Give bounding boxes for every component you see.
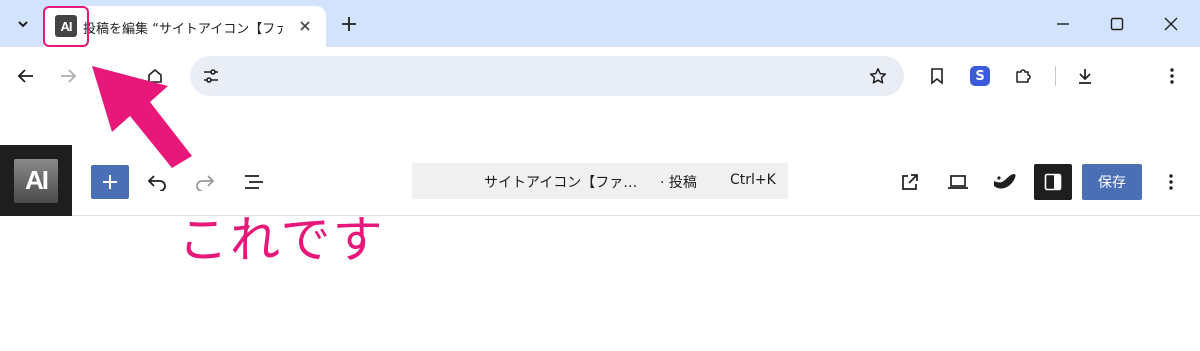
plus-icon (342, 17, 356, 31)
annotation-arrow (92, 66, 192, 168)
minimize-icon (1057, 23, 1069, 25)
sidebar-icon (1044, 173, 1062, 191)
undo-icon (147, 175, 166, 191)
redo-icon (196, 175, 215, 191)
close-icon (300, 21, 310, 31)
address-bar[interactable] (190, 56, 904, 96)
new-tab-button[interactable] (336, 11, 362, 37)
shortcut-hint: Ctrl+K (730, 172, 776, 188)
tune-icon (204, 69, 218, 83)
download-icon (1079, 69, 1091, 84)
command-palette-bar[interactable]: サイトアイコン【ファ… · 投稿 Ctrl+K (412, 163, 788, 199)
extensions-button[interactable] (1007, 60, 1039, 92)
kebab-menu-icon (1169, 174, 1173, 190)
close-icon (1164, 17, 1178, 31)
leaf-plugin-icon (994, 174, 1016, 189)
chevron-down-icon (18, 21, 28, 28)
forward-button[interactable] (53, 61, 83, 91)
site-icon-text: AI (25, 165, 49, 195)
bookmark-icon (931, 68, 943, 85)
kebab-menu-icon (1170, 68, 1174, 84)
tab-title: 投稿を編集 “サイトアイコン【ファビコ (83, 22, 283, 37)
editor-options-button[interactable] (1154, 165, 1188, 199)
star-icon (869, 68, 887, 84)
chrome-menu-button[interactable] (1156, 60, 1188, 92)
plugin-button[interactable] (988, 165, 1022, 199)
document-overview-button[interactable] (237, 165, 271, 199)
block-inserter-button[interactable] (91, 165, 129, 199)
site-icon-image: AI (14, 158, 58, 203)
tab-search-button[interactable] (10, 11, 36, 37)
post-type: · 投稿 (660, 175, 697, 191)
back-button[interactable] (11, 61, 41, 91)
toolbar-divider (1055, 66, 1056, 86)
minimize-button[interactable] (1049, 10, 1077, 38)
tab-strip: AI 投稿を編集 “サイトアイコン【ファビコ (0, 0, 1200, 47)
laptop-icon (948, 175, 968, 189)
close-window-button[interactable] (1157, 10, 1185, 38)
plus-icon (103, 175, 117, 189)
bookmark-star-button[interactable] (865, 63, 891, 89)
arrow-left-icon (17, 69, 33, 83)
downloads-button[interactable] (1069, 60, 1101, 92)
url-input[interactable] (230, 62, 850, 90)
reading-list-button[interactable] (921, 60, 953, 92)
list-view-icon (245, 175, 263, 189)
save-button[interactable]: 保存 (1082, 164, 1142, 200)
site-icon-logo[interactable]: AI (0, 145, 72, 216)
redo-button[interactable] (188, 165, 222, 199)
undo-button[interactable] (140, 165, 174, 199)
settings-sidebar-toggle[interactable] (1034, 164, 1072, 200)
tab-close-button[interactable] (294, 15, 316, 37)
post-title: サイトアイコン【ファ… (484, 175, 638, 191)
maximize-button[interactable] (1103, 10, 1131, 38)
extension-s-button[interactable]: S (964, 60, 996, 92)
annotation-text: これです (178, 211, 385, 269)
site-info-button[interactable] (198, 63, 224, 89)
arrow-right-icon (61, 69, 77, 83)
s-extension-icon: S (970, 66, 990, 86)
external-link-icon (902, 174, 918, 190)
puzzle-icon (1016, 69, 1031, 83)
preview-button[interactable] (941, 165, 975, 199)
maximize-icon (1110, 17, 1124, 31)
view-post-button[interactable] (893, 165, 927, 199)
annotation-highlight-box (43, 6, 89, 47)
